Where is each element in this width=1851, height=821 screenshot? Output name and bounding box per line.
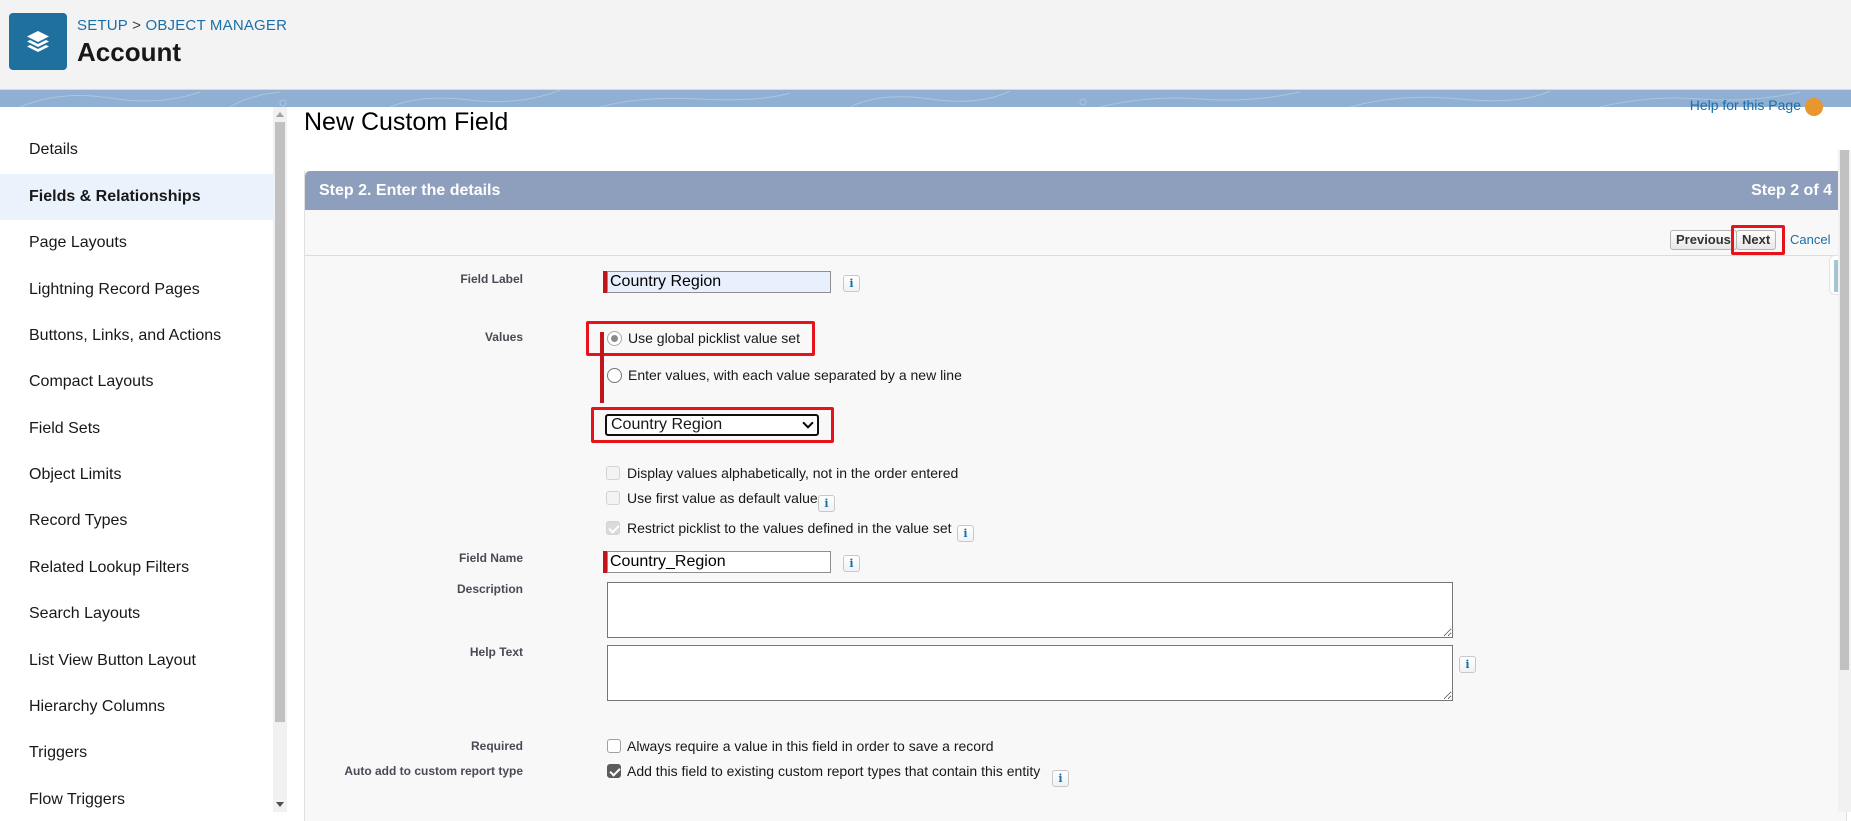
main-content: New Custom Field Help for this Page Step… <box>288 97 1851 821</box>
next-button-highlight <box>1731 225 1785 255</box>
global-value-set-selected: Country Region <box>611 416 723 433</box>
page-title: New Custom Field <box>304 108 509 136</box>
description-label: Description <box>456 582 523 596</box>
scroll-up-arrow-icon[interactable] <box>276 112 284 117</box>
required-label: Required <box>470 739 523 753</box>
object-title: Account <box>77 37 181 67</box>
restrict-picklist-label: Restrict picklist to the values defined … <box>627 520 952 536</box>
sidebar-item-page-layouts[interactable]: Page Layouts <box>0 220 273 266</box>
sidebar-item-flow-triggers[interactable]: Flow Triggers <box>0 777 273 812</box>
decorative-banner <box>0 90 1851 107</box>
info-icon[interactable]: i <box>1052 770 1069 787</box>
sidebar-item-lightning-record-pages[interactable]: Lightning Record Pages <box>0 267 273 313</box>
required-checkbox[interactable] <box>607 739 621 753</box>
field-label-label: Field Label <box>460 272 523 286</box>
sidebar-item-compact-layouts[interactable]: Compact Layouts <box>0 359 273 405</box>
breadcrumb: SETUP > OBJECT MANAGER <box>77 17 287 34</box>
auto-add-label: Auto add to custom report type <box>344 764 523 778</box>
step-counter: Step 2 of 4 <box>1751 182 1832 199</box>
help-icon[interactable] <box>1805 98 1823 116</box>
sidebar-item-list-view-button-layout[interactable]: List View Button Layout <box>0 638 273 684</box>
banner-pattern <box>19 90 1801 107</box>
help-for-this-page-link[interactable]: Help for this Page <box>1690 97 1801 113</box>
step-panel: Step 2. Enter the details Step 2 of 4 Pr… <box>304 171 1850 821</box>
sidebar-scrollbar[interactable] <box>273 107 287 812</box>
first-value-default-label: Use first value as default value <box>627 490 818 506</box>
info-icon[interactable]: i <box>843 555 860 572</box>
scroll-down-arrow-icon[interactable] <box>276 802 284 807</box>
enter-values-label: Enter values, with each value separated … <box>628 367 962 383</box>
step-header: Step 2. Enter the details Step 2 of 4 <box>305 171 1846 210</box>
help-text-label: Help Text <box>469 645 523 659</box>
object-manager-sidebar: Details Fields & Relationships Page Layo… <box>0 107 273 812</box>
restrict-picklist-checkbox[interactable] <box>606 521 620 535</box>
main-scrollbar[interactable] <box>1838 150 1851 812</box>
divider <box>305 255 1846 256</box>
field-label-input[interactable] <box>607 271 831 293</box>
global-value-set-select[interactable]: Country Region <box>605 414 819 436</box>
field-name-input[interactable] <box>607 551 831 573</box>
first-value-default-checkbox[interactable] <box>606 491 620 505</box>
required-indicator <box>600 332 604 403</box>
help-text-textarea[interactable] <box>607 645 1453 701</box>
description-textarea[interactable] <box>607 582 1453 638</box>
main-scroll-thumb[interactable] <box>1840 150 1849 670</box>
sidebar-item-related-lookup-filters[interactable]: Related Lookup Filters <box>0 545 273 591</box>
info-icon[interactable]: i <box>1459 656 1476 673</box>
sidebar-item-search-layouts[interactable]: Search Layouts <box>0 591 273 637</box>
use-global-picklist-label: Use global picklist value set <box>628 330 800 346</box>
setup-header: SETUP > OBJECT MANAGER Account <box>0 0 1851 90</box>
breadcrumb-setup[interactable]: SETUP <box>77 17 128 34</box>
previous-button[interactable]: Previous <box>1670 230 1737 250</box>
sidebar-item-record-types[interactable]: Record Types <box>0 498 273 544</box>
enter-values-radio[interactable] <box>607 368 622 383</box>
display-alphabetically-checkbox[interactable] <box>606 466 620 480</box>
layers-icon <box>27 30 49 52</box>
required-checkbox-label: Always require a value in this field in … <box>627 738 994 754</box>
sidebar-item-object-limits[interactable]: Object Limits <box>0 452 273 498</box>
breadcrumb-separator: > <box>127 17 146 34</box>
sidebar-item-details[interactable]: Details <box>0 127 273 173</box>
sidebar-item-field-sets[interactable]: Field Sets <box>0 406 273 452</box>
step-title: Step 2. Enter the details <box>319 182 501 199</box>
sidebar-item-buttons-links-actions[interactable]: Buttons, Links, and Actions <box>0 313 273 359</box>
info-icon[interactable]: i <box>818 495 835 512</box>
cancel-link[interactable]: Cancel <box>1790 232 1830 247</box>
sidebar-item-triggers[interactable]: Triggers <box>0 730 273 776</box>
auto-add-checkbox-label: Add this field to existing custom report… <box>627 763 1041 779</box>
info-icon[interactable]: i <box>957 525 974 542</box>
field-name-label: Field Name <box>458 551 523 565</box>
auto-add-checkbox[interactable] <box>607 764 621 778</box>
display-alphabetically-label: Display values alphabetically, not in th… <box>627 465 959 481</box>
values-label: Values <box>484 330 523 344</box>
breadcrumb-object-manager[interactable]: OBJECT MANAGER <box>145 17 287 34</box>
sidebar-item-fields-relationships[interactable]: Fields & Relationships <box>0 174 273 220</box>
info-icon[interactable]: i <box>843 275 860 292</box>
use-global-picklist-radio[interactable] <box>607 331 622 346</box>
object-manager-logo <box>9 13 67 70</box>
chevron-down-icon <box>802 417 814 429</box>
sidebar-scroll-thumb[interactable] <box>275 122 285 722</box>
sidebar-item-hierarchy-columns[interactable]: Hierarchy Columns <box>0 684 273 730</box>
